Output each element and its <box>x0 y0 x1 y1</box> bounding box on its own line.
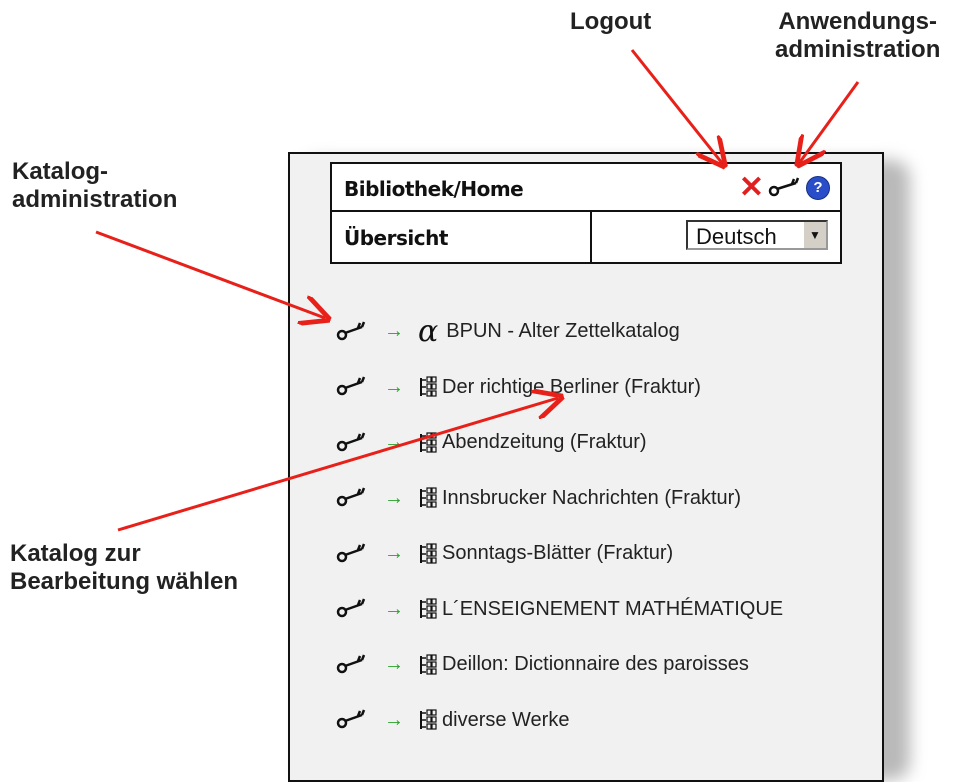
catalog-item-label[interactable]: diverse Werke <box>442 709 569 732</box>
catalog-admin-key-icon[interactable] <box>336 709 366 731</box>
catalog-list: → α BPUN - Alter Zettelkatalog → Der ric… <box>336 304 876 748</box>
catalog-item-label[interactable]: Abendzeitung (Fraktur) <box>442 431 647 454</box>
select-catalog-callout-line1: Katalog zur <box>10 540 141 567</box>
tree-icon <box>420 487 437 508</box>
go-arrow-icon[interactable]: → <box>384 431 404 454</box>
language-select-value: Deutsch <box>696 224 777 249</box>
tree-icon <box>420 598 437 619</box>
catalog-item-label[interactable]: BPUN - Alter Zettelkatalog <box>446 320 679 343</box>
catalog-admin-key-icon[interactable] <box>336 654 366 676</box>
go-arrow-icon[interactable]: → <box>384 542 404 565</box>
catalog-item[interactable]: → α BPUN - Alter Zettelkatalog <box>336 304 876 360</box>
catalog-item[interactable]: → Der richtige Berliner (Fraktur) <box>336 360 876 416</box>
app-admin-arrow <box>800 81 860 162</box>
catalog-admin-key-icon[interactable] <box>336 432 366 454</box>
catalog-admin-callout-line2: administration <box>12 186 178 213</box>
cell-divider <box>590 212 592 262</box>
language-select[interactable]: Deutsch ▼ <box>686 220 828 250</box>
catalog-admin-key-icon[interactable] <box>336 321 366 343</box>
go-arrow-icon[interactable]: → <box>384 320 404 343</box>
catalog-item-label[interactable]: Innsbrucker Nachrichten (Fraktur) <box>442 487 741 510</box>
catalog-item-label[interactable]: L´ENSEIGNEMENT MATHÉMATIQUE <box>442 598 783 621</box>
catalog-admin-callout-line1: Katalog- <box>12 158 108 185</box>
header-row-title: Bibliothek/Home ✕ ? <box>332 164 840 212</box>
go-arrow-icon[interactable]: → <box>384 709 404 732</box>
tree-icon <box>420 376 437 397</box>
logout-icon[interactable]: ✕ <box>739 173 764 203</box>
tree-icon <box>420 543 437 564</box>
header-table: Bibliothek/Home ✕ ? Übersicht Deutsch ▼ <box>330 162 842 264</box>
catalog-item[interactable]: → Abendzeitung (Fraktur) <box>336 415 876 471</box>
go-arrow-icon[interactable]: → <box>384 653 404 676</box>
tree-icon <box>420 654 437 675</box>
page-title: Bibliothek/Home <box>344 177 524 201</box>
library-panel: Bibliothek/Home ✕ ? Übersicht Deutsch ▼ <box>288 152 884 782</box>
catalog-item[interactable]: → Deillon: Dictionnaire des paroisses <box>336 637 876 693</box>
catalog-admin-key-icon[interactable] <box>336 598 366 620</box>
app-admin-callout-line1: Anwendungs- <box>778 8 937 35</box>
catalog-item[interactable]: → Sonntags-Blätter (Fraktur) <box>336 526 876 582</box>
alpha-icon: α <box>418 313 439 349</box>
select-catalog-callout: Katalog zur Bearbeitung wählen <box>10 540 238 596</box>
app-admin-callout: Anwendungs- administration <box>775 8 940 64</box>
logout-callout: Logout <box>570 8 651 36</box>
app-admin-callout-line2: administration <box>775 36 941 63</box>
go-arrow-icon[interactable]: → <box>384 376 404 399</box>
chevron-down-icon[interactable]: ▼ <box>802 222 826 248</box>
tree-icon <box>420 432 437 453</box>
header-row-overview: Übersicht Deutsch ▼ <box>332 212 840 262</box>
overview-label: Übersicht <box>344 226 448 250</box>
logout-arrow <box>630 49 722 163</box>
catalog-item-label[interactable]: Deillon: Dictionnaire des paroisses <box>442 653 749 676</box>
help-icon[interactable]: ? <box>806 176 830 200</box>
header-icons: ✕ ? <box>739 173 830 203</box>
go-arrow-icon[interactable]: → <box>384 598 404 621</box>
catalog-item-label[interactable]: Der richtige Berliner (Fraktur) <box>442 376 701 399</box>
logout-callout-text: Logout <box>570 8 652 35</box>
catalog-item-label[interactable]: Sonntags-Blätter (Fraktur) <box>442 542 673 565</box>
select-catalog-callout-line2: Bearbeitung wählen <box>10 568 239 595</box>
catalog-admin-callout: Katalog- administration <box>12 158 177 214</box>
catalog-item[interactable]: → Innsbrucker Nachrichten (Fraktur) <box>336 471 876 527</box>
go-arrow-icon[interactable]: → <box>384 487 404 510</box>
catalog-item[interactable]: → L´ENSEIGNEMENT MATHÉMATIQUE <box>336 582 876 638</box>
catalog-item[interactable]: → diverse Werke <box>336 693 876 749</box>
catalog-admin-key-icon[interactable] <box>336 376 366 398</box>
tree-icon <box>420 709 437 730</box>
catalog-admin-key-icon[interactable] <box>336 487 366 509</box>
catalog-admin-key-icon[interactable] <box>336 543 366 565</box>
app-admin-key-icon[interactable] <box>768 177 802 199</box>
